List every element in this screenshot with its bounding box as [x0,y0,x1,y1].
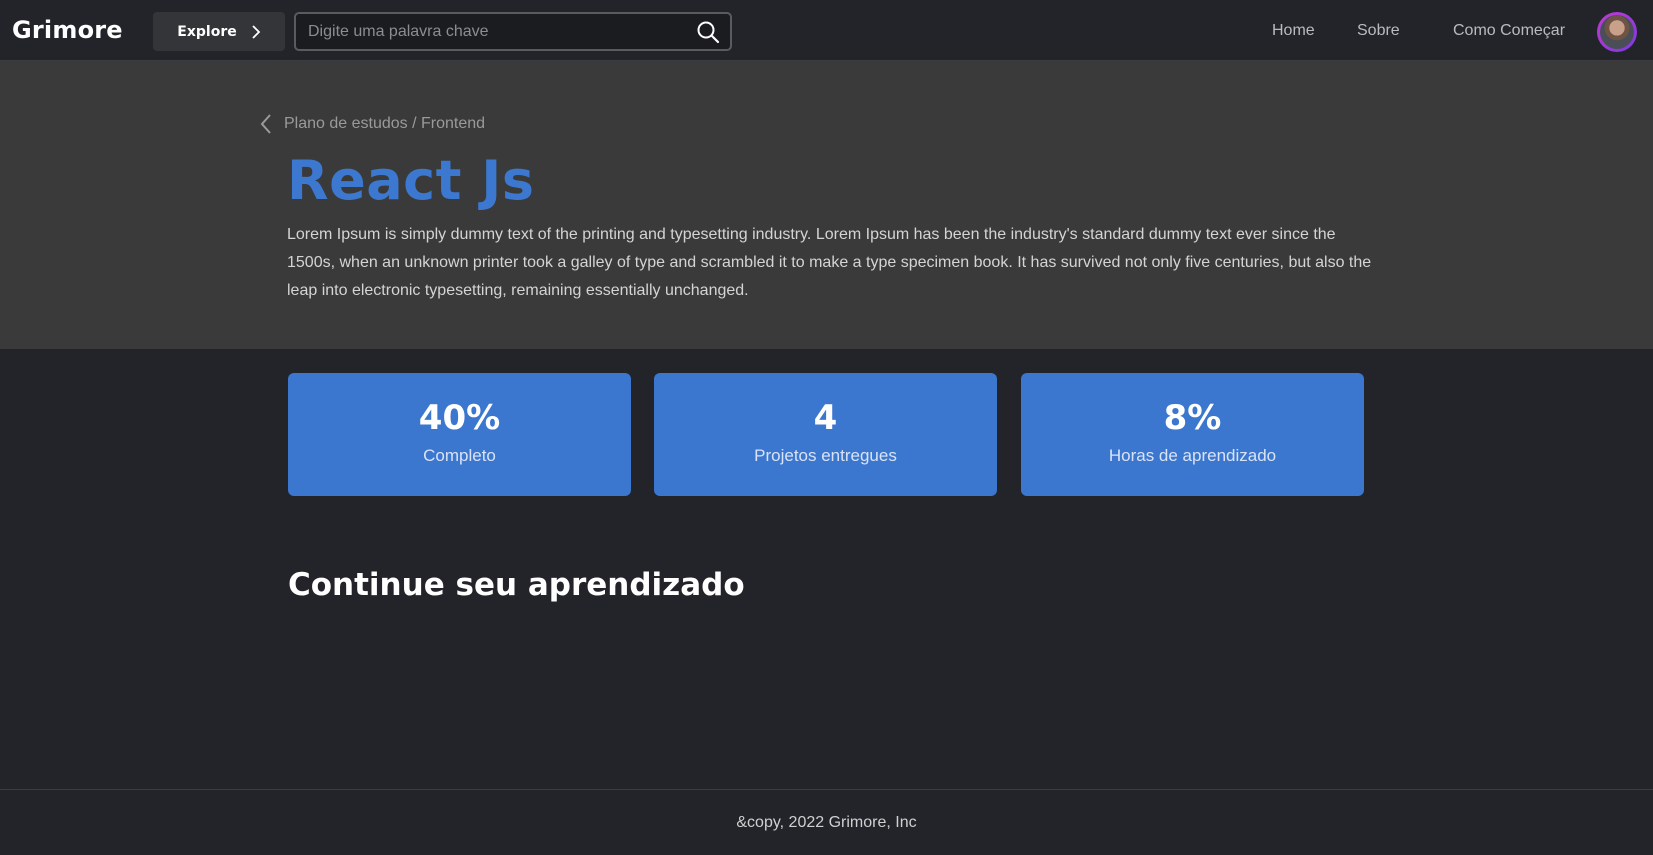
avatar[interactable] [1597,12,1637,52]
chevron-left-icon[interactable] [258,112,274,136]
stat-card-horas: 8% Horas de aprendizado [1021,373,1364,496]
breadcrumb-text[interactable]: Plano de estudos / Frontend [284,115,485,133]
footer: &copy, 2022 Grimore, Inc [0,789,1653,855]
page-description: Lorem Ipsum is simply dummy text of the … [287,226,1372,299]
stat-label: Completo [423,446,496,465]
chevron-right-icon [252,24,260,39]
stat-label: Projetos entregues [754,446,897,465]
explore-button[interactable]: Explore [153,12,285,51]
top-navbar: Grimore Explore Home Sobre Como Começar [0,0,1653,61]
search-input[interactable] [308,14,678,49]
search-icon[interactable] [696,20,720,44]
search-box [294,12,732,51]
breadcrumb: Plano de estudos / Frontend [258,112,485,136]
footer-copyright: &copy, 2022 Grimore, Inc [736,813,917,831]
logo[interactable]: Grimore [12,16,123,44]
stat-value: 40% [418,398,501,438]
avatar-image [1600,15,1634,49]
stat-value: 4 [813,398,838,438]
stat-card-projetos: 4 Projetos entregues [654,373,997,496]
nav-como-comecar[interactable]: Como Começar [1453,22,1565,40]
page-title: React Js [287,149,535,212]
stat-value: 8% [1163,398,1222,438]
explore-label: Explore [177,23,237,40]
nav-sobre[interactable]: Sobre [1357,22,1400,40]
nav-home[interactable]: Home [1272,22,1315,40]
stat-label: Horas de aprendizado [1108,446,1277,465]
stat-card-completo: 40% Completo [288,373,631,496]
page: Grimore Explore Home Sobre Como Começar [0,0,1653,855]
hero-banner: Plano de estudos / Frontend React Js Lor… [0,61,1653,349]
section-title: Continue seu aprendizado [288,567,745,603]
